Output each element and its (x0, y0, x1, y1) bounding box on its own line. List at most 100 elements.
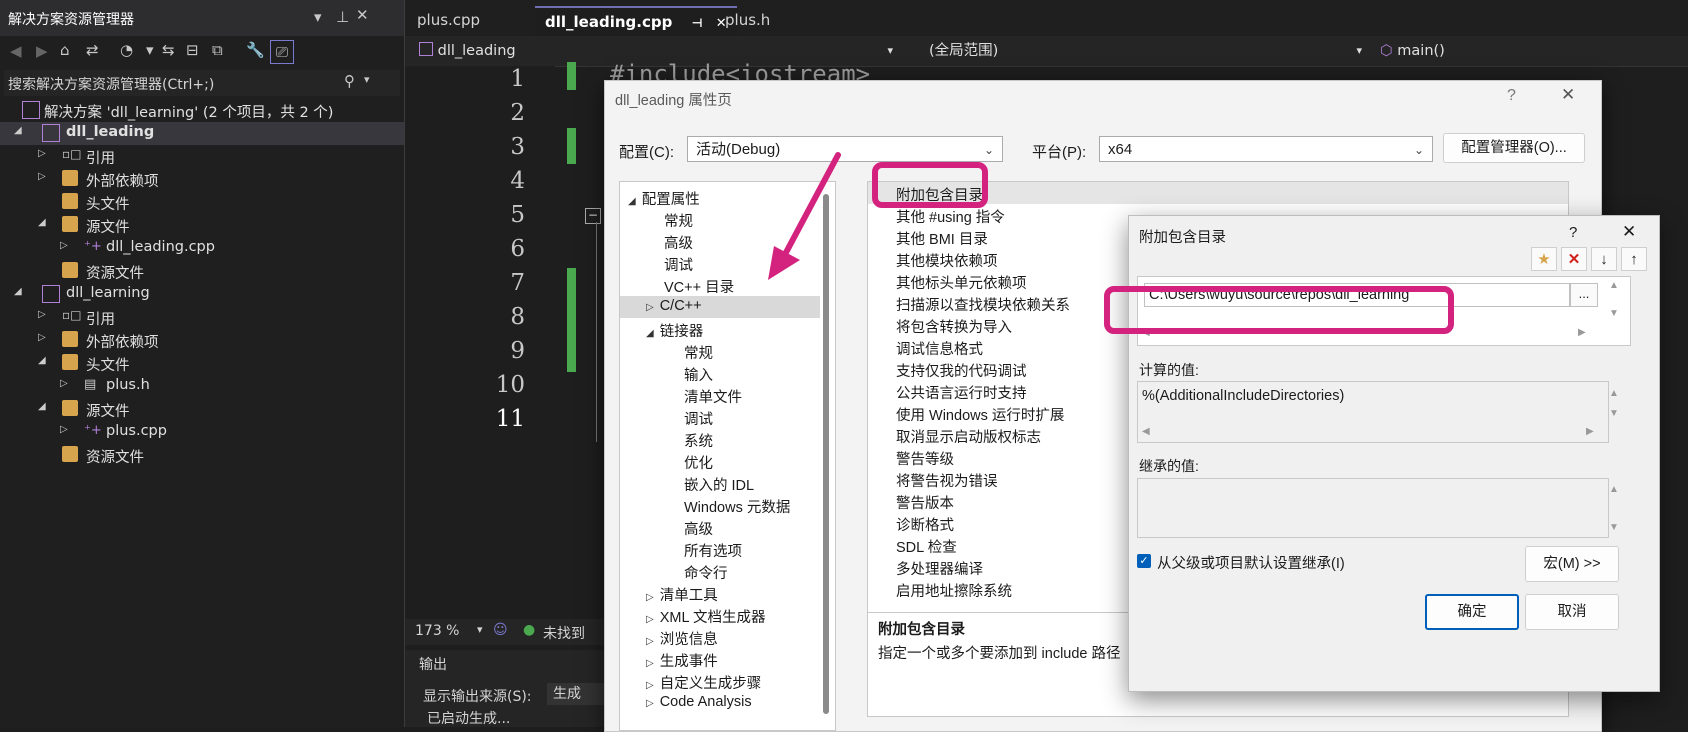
tree-item-custom-build[interactable]: ▷ 自定义生成步骤 (646, 672, 761, 693)
tree-item-linker-winmd[interactable]: Windows 元数据 (684, 496, 790, 517)
tree-item-debugging[interactable]: 调试 (664, 254, 693, 275)
new-line-folder-icon[interactable]: ★ (1531, 247, 1557, 271)
delete-icon[interactable]: ✕ (1561, 247, 1587, 271)
tree-item-browse-info[interactable]: ▷ 浏览信息 (646, 628, 718, 649)
sync-icon[interactable]: ⇆ (162, 41, 175, 59)
tree-item-source-files[interactable]: ◢ 源文件 (0, 398, 404, 421)
expanded-arrow-icon[interactable]: ◢ (14, 125, 22, 136)
property-name[interactable]: 其他模块依赖项 (896, 250, 998, 271)
tree-item-xml-doc[interactable]: ▷ XML 文档生成器 (646, 606, 766, 627)
property-name[interactable]: 启用地址擦除系统 (896, 580, 1012, 601)
cancel-button[interactable]: 取消 (1525, 594, 1619, 630)
tree-item-external-deps[interactable]: ▷ 外部依赖项 (0, 168, 404, 191)
property-name[interactable]: 其他 #using 指令 (896, 206, 1005, 227)
scroll-right-icon[interactable]: ▶ (1578, 327, 1586, 338)
tree-item-code-analysis[interactable]: ▷ Code Analysis (646, 694, 752, 710)
scroll-up-icon[interactable]: ▲ (1609, 280, 1619, 291)
tree-item-linker-system[interactable]: 系统 (684, 430, 713, 451)
property-name[interactable]: 将包含转换为导入 (896, 316, 1012, 337)
scroll-right-icon[interactable]: ▶ (1586, 426, 1594, 437)
pin-icon[interactable]: ⊣ (692, 16, 703, 30)
collapsed-arrow-icon[interactable]: ▷ (38, 171, 46, 182)
move-down-icon[interactable]: ↓ (1591, 247, 1617, 271)
tree-item-references[interactable]: ▷ ▫□ 引用 (0, 306, 404, 329)
switch-views-icon[interactable]: ⇄ (86, 41, 99, 59)
tree-item-references[interactable]: ▷ ▫□ 引用 (0, 145, 404, 168)
scroll-left-icon[interactable]: ◀ (1142, 426, 1150, 437)
browse-button[interactable]: ... (1570, 283, 1598, 307)
collapsed-arrow-icon[interactable]: ▷ (38, 309, 46, 320)
tree-item-header-files[interactable]: ◢ 头文件 (0, 352, 404, 375)
chevron-down-icon[interactable]: ▾ (477, 623, 483, 636)
macros-button[interactable]: 宏(M) >> (1525, 546, 1619, 582)
tree-item-source-files[interactable]: ◢ 源文件 (0, 214, 404, 237)
tree-item-manifest-tool[interactable]: ▷ 清单工具 (646, 584, 718, 605)
tree-item-solution[interactable]: 解决方案 'dll_learning' (2 个项目，共 2 个) (0, 99, 404, 122)
history-icon[interactable]: ◔ (120, 41, 133, 59)
property-name[interactable]: 将警告视为错误 (896, 470, 998, 491)
show-all-files-icon[interactable]: ⧉ (212, 41, 223, 59)
home-icon[interactable]: ⌂ (60, 41, 70, 59)
collapse-all-icon[interactable]: ⊟ (186, 41, 199, 59)
scroll-up-icon[interactable]: ▲ (1609, 484, 1619, 495)
help-button[interactable]: ? (1569, 224, 1577, 241)
collapsed-arrow-icon[interactable]: ▷ (38, 148, 46, 159)
tree-item-linker[interactable]: ◢ 链接器 (646, 320, 703, 341)
config-manager-button[interactable]: 配置管理器(O)... (1443, 133, 1585, 163)
property-name[interactable]: 多处理器编译 (896, 558, 983, 579)
property-name[interactable]: 警告等级 (896, 448, 954, 469)
tree-item-vc-directories[interactable]: VC++ 目录 (664, 276, 734, 297)
dropdown-icon[interactable]: ▾ (314, 8, 322, 26)
copilot-icon[interactable]: ☺ (493, 622, 508, 638)
collapse-region-icon[interactable]: − (585, 208, 601, 224)
member-dropdown[interactable]: ⬡ main() (1380, 39, 1680, 63)
tab-dll-leading-cpp[interactable]: dll_leading.cpp ⊣ ✕ (535, 6, 737, 36)
tree-item-linker-general[interactable]: 常规 (684, 342, 713, 363)
tree-item-external-deps[interactable]: ▷ 外部依赖项 (0, 329, 404, 352)
tree-item-linker-optimization[interactable]: 优化 (684, 452, 713, 473)
scope-dropdown[interactable]: (全局范围) ▾ (915, 39, 1370, 63)
zoom-level[interactable]: 173 % (415, 623, 459, 639)
scroll-down-icon[interactable]: ▼ (1609, 308, 1619, 319)
property-name[interactable]: 公共语言运行时支持 (896, 382, 1027, 403)
tree-item-build-events[interactable]: ▷ 生成事件 (646, 650, 718, 671)
property-name[interactable]: 支持仅我的代码调试 (896, 360, 1027, 381)
help-button[interactable]: ? (1507, 87, 1516, 105)
tree-item-resource-files[interactable]: 资源文件 (0, 260, 404, 283)
property-name[interactable]: 调试信息格式 (896, 338, 983, 359)
property-name[interactable]: 其他标头单元依赖项 (896, 272, 1027, 293)
tree-item-linker-debugging[interactable]: 调试 (684, 408, 713, 429)
forward-icon[interactable]: ▶ (36, 42, 48, 60)
expanded-arrow-icon[interactable]: ◢ (38, 355, 46, 366)
chevron-down-icon[interactable]: ▾ (146, 41, 154, 59)
scroll-down-icon[interactable]: ▼ (1609, 408, 1619, 419)
tree-item-config-properties[interactable]: ◢ 配置属性 (628, 188, 700, 209)
pin-icon[interactable]: ⊥ (336, 8, 349, 26)
inherit-checkbox-label[interactable]: 从父级或项目默认设置继承(I) (1157, 552, 1345, 573)
collapsed-arrow-icon[interactable]: ▷ (60, 424, 68, 435)
tree-item-linker-input[interactable]: 输入 (684, 364, 713, 385)
tree-item-resource-files[interactable]: 资源文件 (0, 444, 404, 467)
inherit-checkbox[interactable]: ✓ (1137, 554, 1151, 568)
property-name[interactable]: 其他 BMI 目录 (896, 228, 988, 249)
move-up-icon[interactable]: ↑ (1621, 247, 1647, 271)
collapsed-arrow-icon[interactable]: ▷ (60, 240, 68, 251)
platform-dropdown[interactable]: x64 ⌄ (1099, 136, 1433, 162)
tree-item-linker-idl[interactable]: 嵌入的 IDL (684, 474, 754, 495)
search-icon[interactable]: ⚲ (344, 72, 355, 90)
tree-item-project-dll-leading[interactable]: ◢ dll_leading (0, 122, 404, 145)
tree-item-linker-all-options[interactable]: 所有选项 (684, 540, 742, 561)
close-icon[interactable]: ✕ (1622, 222, 1636, 242)
tree-item-general[interactable]: 常规 (664, 210, 693, 231)
tree-item-dll-leading-cpp[interactable]: ▷ ⁺+ dll_leading.cpp (0, 237, 404, 260)
close-icon[interactable]: ✕ (356, 6, 369, 24)
tree-item-project-dll-learning[interactable]: ◢ dll_learning (0, 283, 404, 306)
properties-wrench-icon[interactable]: 🔧 (246, 41, 265, 59)
property-name[interactable]: 取消显示启动版权标志 (896, 426, 1041, 447)
back-icon[interactable]: ◀ (10, 42, 22, 60)
collapsed-arrow-icon[interactable]: ▷ (60, 378, 68, 389)
scroll-up-icon[interactable]: ▲ (1609, 388, 1619, 399)
solution-search-box[interactable]: 搜索解决方案资源管理器(Ctrl+;) ⚲ ▾ (4, 70, 400, 96)
tree-item-advanced[interactable]: 高级 (664, 232, 693, 253)
property-name[interactable]: 扫描源以查找模块依赖关系 (896, 294, 1070, 315)
